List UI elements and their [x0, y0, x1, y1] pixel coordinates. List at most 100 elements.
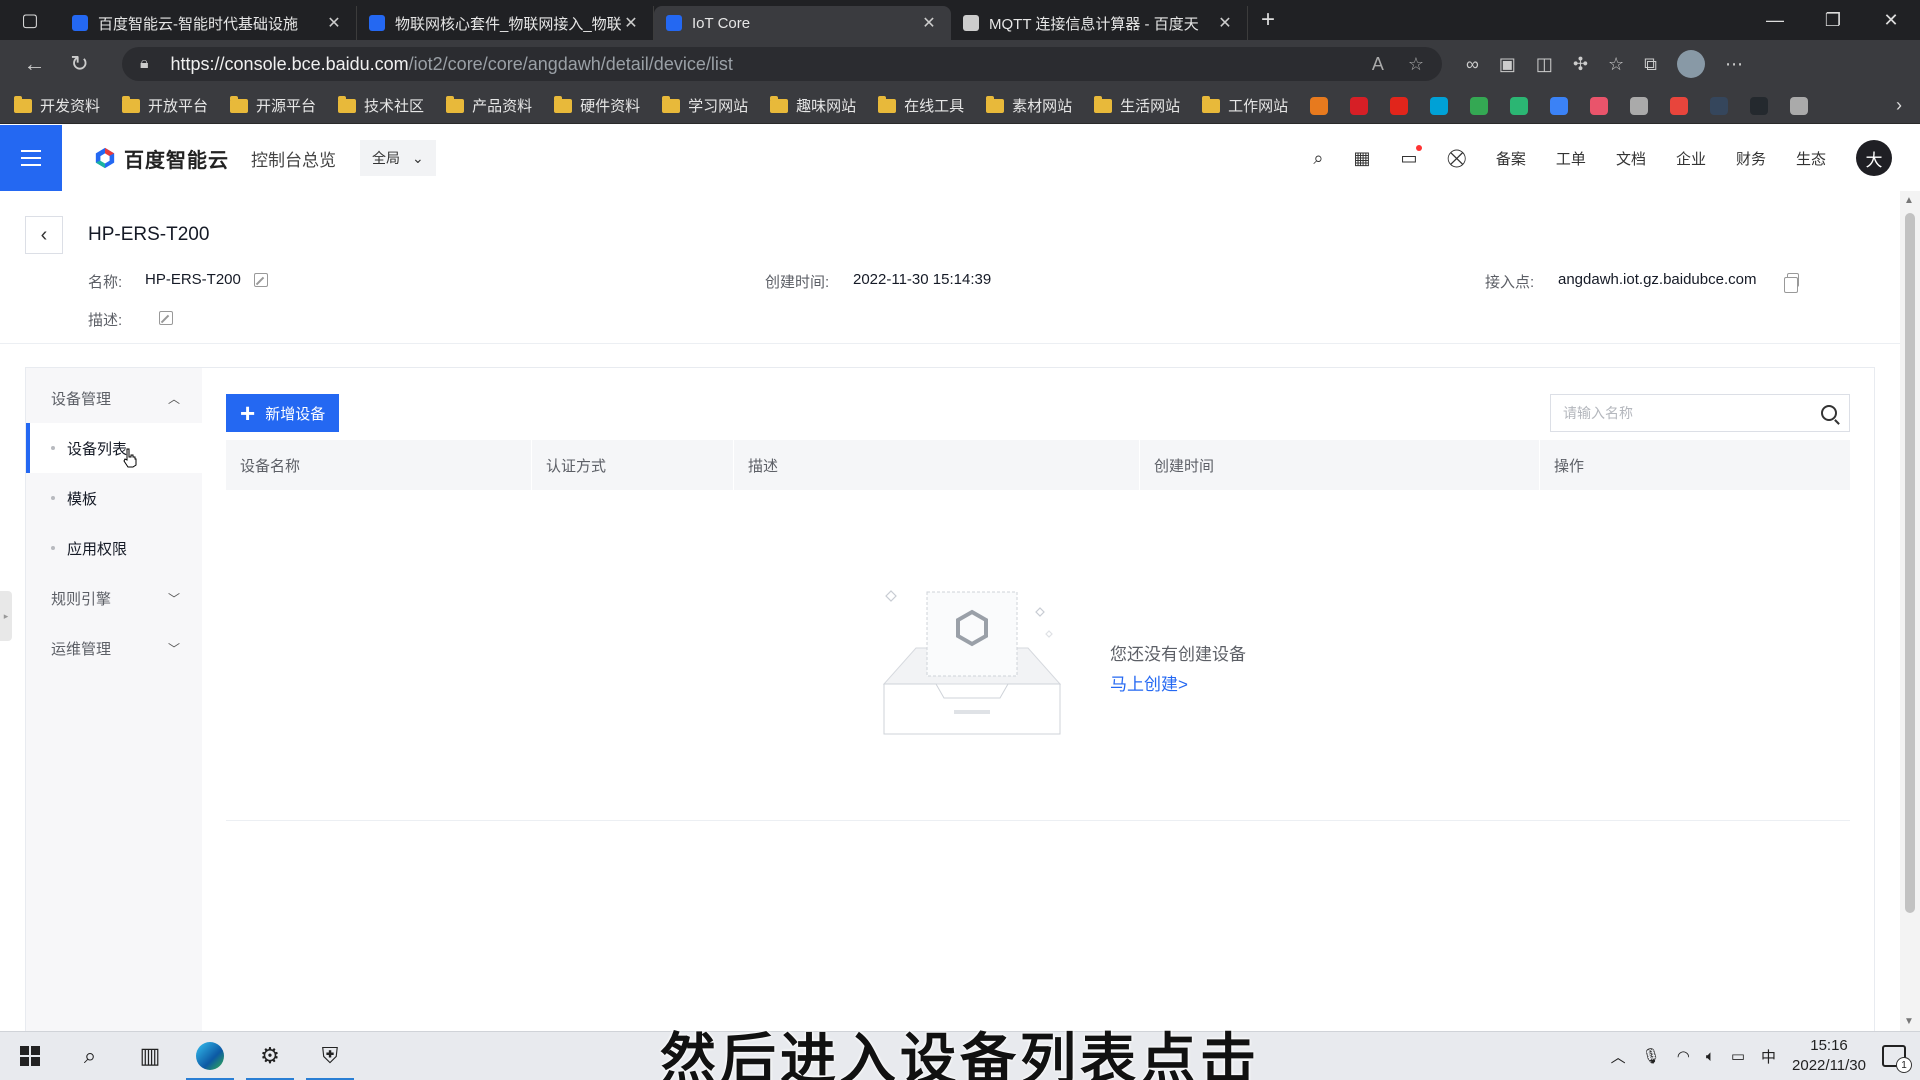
reload-icon[interactable]: ↻ [57, 51, 102, 77]
nav-finance[interactable]: 财务 [1736, 148, 1766, 169]
menu-group-device[interactable]: 设备管理 ︿ [26, 373, 202, 423]
extensions-puzzle-icon[interactable]: ✣ [1573, 54, 1588, 75]
search-icon[interactable]: ⌕ [1313, 148, 1323, 169]
menu-group-label: 设备管理 [51, 390, 112, 408]
bookmark-site-icon[interactable] [1350, 96, 1369, 115]
nav-ecosystem[interactable]: 生态 [1796, 148, 1826, 169]
bookmark-folder[interactable]: 在线工具 [878, 95, 964, 116]
tab-title: MQTT 连接信息计算器 - 百度天 [989, 15, 1199, 33]
empty-state: 您还没有创建设备 马上创建> [882, 588, 1282, 748]
bookmark-folder[interactable]: 开发资料 [14, 95, 100, 116]
nav-beian[interactable]: 备案 [1496, 148, 1526, 169]
menu-item-device-list[interactable]: 设备列表 [26, 423, 202, 473]
close-icon[interactable]: ✕ [1215, 13, 1235, 33]
add-favorite-icon[interactable]: ☆ [1408, 54, 1424, 75]
bookmark-site-icon[interactable] [1310, 96, 1329, 115]
browser-tab-3[interactable]: IoT Core ✕ [654, 6, 951, 40]
baidu-cloud-favicon-icon [369, 15, 385, 31]
bookmark-site-icon[interactable] [1510, 96, 1529, 115]
baidu-cloud-logo[interactable]: 百度智能云 [94, 144, 229, 173]
browser-tab-2[interactable]: 物联网核心套件_物联网接入_物联 ✕ [357, 6, 654, 40]
browser-tab-1[interactable]: 百度智能云-智能时代基础设施 ✕ [60, 6, 357, 40]
bookmark-folder[interactable]: 趣味网站 [770, 95, 856, 116]
copy-icon[interactable] [1784, 273, 1799, 293]
col-device-name: 设备名称 [226, 440, 532, 490]
bookmark-site-icon[interactable] [1390, 96, 1409, 115]
bookmark-site-icon[interactable] [1710, 96, 1729, 115]
back-arrow-icon[interactable]: ← [12, 51, 57, 77]
region-select[interactable]: 全局 ⌄ [360, 140, 436, 176]
close-icon[interactable]: ✕ [919, 13, 939, 33]
console-header: 百度智能云 控制台总览 全局 ⌄ ⌕ ▦ ▭ ⛒ 备案 工单 文档 企业 财务 … [0, 125, 1920, 191]
bookmark-site-icon[interactable] [1550, 96, 1569, 115]
bookmark-folder[interactable]: 学习网站 [662, 95, 748, 116]
search-field[interactable] [1550, 394, 1850, 432]
tab-actions-icon[interactable]: ▢ [0, 0, 60, 40]
device-list-main: + 新增设备 设备名称 认证方式 描述 创建时间 操作 [202, 368, 1876, 1032]
scrollbar-thumb[interactable] [1905, 213, 1915, 913]
close-window-icon[interactable]: ✕ [1862, 10, 1920, 31]
cart-icon[interactable]: ⛒ [1448, 148, 1466, 169]
more-menu-icon[interactable]: ⋯ [1725, 54, 1743, 75]
bookmark-folder[interactable]: 素材网站 [986, 95, 1072, 116]
bookmark-site-icon[interactable] [1470, 96, 1489, 115]
favorites-icon[interactable]: ☆ [1608, 54, 1624, 75]
bookmark-folder[interactable]: 技术社区 [338, 95, 424, 116]
create-now-link[interactable]: 马上创建> [1110, 670, 1188, 695]
browser-tab-4[interactable]: MQTT 连接信息计算器 - 百度天 ✕ [951, 6, 1248, 40]
document-favicon-icon [963, 15, 979, 31]
bookmark-folder[interactable]: 产品资料 [446, 95, 532, 116]
add-device-button[interactable]: + 新增设备 [226, 394, 340, 432]
nav-ticket[interactable]: 工单 [1556, 148, 1586, 169]
read-aloud-icon[interactable]: A [1372, 54, 1384, 75]
bookmark-site-icon[interactable] [1790, 96, 1809, 115]
menu-icon[interactable] [0, 125, 62, 191]
search-icon[interactable] [1821, 405, 1837, 421]
bookmark-site-icon[interactable] [1430, 96, 1449, 115]
scroll-up-icon[interactable]: ▲ [1904, 195, 1914, 206]
close-icon[interactable]: ✕ [324, 13, 344, 33]
menu-item-app-permission[interactable]: 应用权限 [26, 523, 202, 573]
user-avatar[interactable]: 大 [1856, 140, 1892, 176]
extension-image-icon[interactable]: ▣ [1499, 54, 1516, 75]
profile-avatar[interactable] [1676, 50, 1705, 78]
new-tab-button[interactable]: + [1248, 6, 1288, 34]
menu-group-rules[interactable]: 规则引擎 ﹀ [26, 573, 202, 623]
extension-infinity-icon[interactable]: ∞ [1466, 54, 1479, 75]
bookmark-site-icon[interactable] [1630, 96, 1649, 115]
sidebar-collapse-handle[interactable]: ▸ [0, 591, 12, 641]
header-divider [0, 343, 1900, 344]
bookmark-site-icon[interactable] [1590, 96, 1609, 115]
menu-group-ops[interactable]: 运维管理 ﹀ [26, 623, 202, 673]
bookmark-site-icon[interactable] [1750, 96, 1769, 115]
collections-icon[interactable]: ⧉ [1644, 54, 1657, 75]
menu-group-label: 运维管理 [51, 640, 112, 658]
nav-docs[interactable]: 文档 [1616, 148, 1646, 169]
console-overview-link[interactable]: 控制台总览 [251, 146, 336, 171]
restore-icon[interactable]: ❐ [1804, 10, 1862, 31]
nav-enterprise[interactable]: 企业 [1676, 148, 1706, 169]
minimize-icon[interactable]: — [1746, 10, 1804, 31]
bookmark-site-icon[interactable] [1670, 96, 1689, 115]
menu-item-template[interactable]: 模板 [26, 473, 202, 523]
qrcode-icon[interactable]: ▦ [1354, 148, 1371, 169]
url-input[interactable]: 🔒︎ https://console.bce.baidu.com/iot2/co… [122, 47, 1442, 81]
bookmark-folder[interactable]: 工作网站 [1202, 95, 1288, 116]
edit-desc-icon[interactable] [159, 311, 173, 325]
edit-name-icon[interactable] [254, 273, 268, 287]
search-input[interactable] [1563, 405, 1821, 421]
close-icon[interactable]: ✕ [621, 13, 641, 33]
bookmark-folder[interactable]: 硬件资料 [554, 95, 640, 116]
bookmark-folder[interactable]: 生活网站 [1094, 95, 1180, 116]
bookmarks-overflow-icon[interactable]: › [1896, 95, 1902, 116]
bullet-icon [51, 496, 55, 500]
extension-reader-icon[interactable]: ◫ [1536, 54, 1553, 75]
message-icon[interactable]: ▭ [1401, 144, 1422, 169]
bookmark-folder[interactable]: 开放平台 [122, 95, 208, 116]
back-button[interactable]: ‹ [25, 216, 63, 254]
bookmark-folder[interactable]: 开源平台 [230, 95, 316, 116]
url-host: https://console.bce.baidu.com [170, 53, 409, 74]
page-scrollbar[interactable]: ▲ ▼ [1900, 191, 1920, 1031]
created-value: 2022-11-30 15:14:39 [853, 271, 992, 288]
folder-icon [554, 95, 573, 113]
